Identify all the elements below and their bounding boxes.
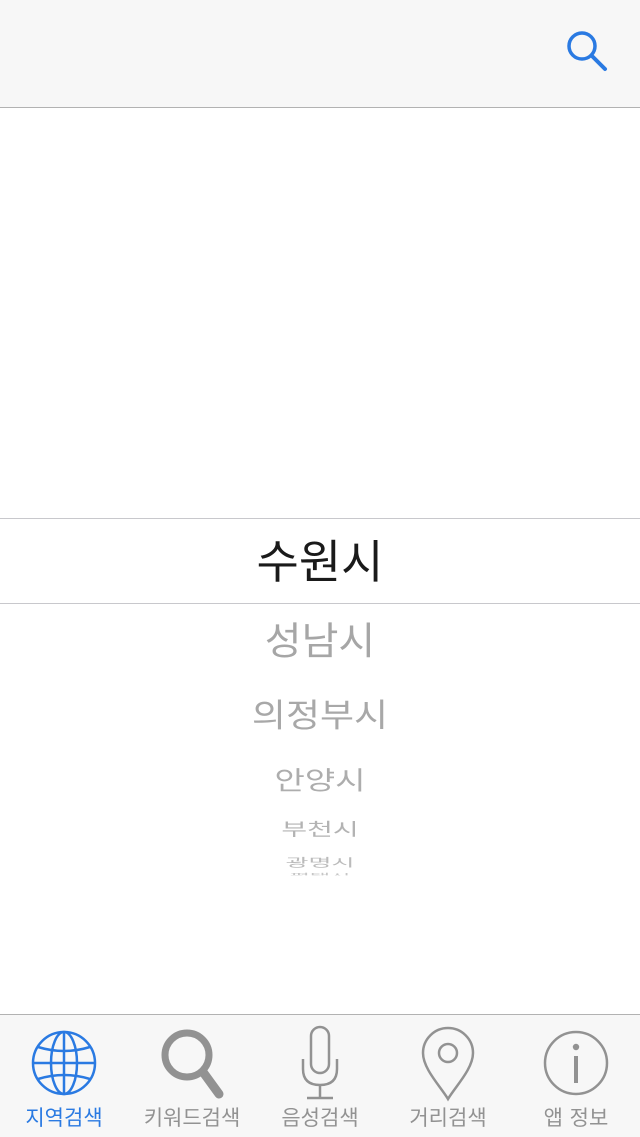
picker-selection-top-line [0,518,640,519]
tab-region-search[interactable]: 지역검색 [0,1015,128,1137]
picker-item[interactable]: 안양시 [0,765,640,796]
tab-label: 앱 정보 [543,1106,609,1130]
picker-item[interactable]: 광명시 [0,856,640,870]
picker-item[interactable]: 의정부시 [0,697,640,736]
picker-item[interactable]: 평택시 [0,873,640,876]
picker-item[interactable]: 성남시 [0,619,640,665]
picker-item[interactable]: 부천시 [0,819,640,840]
tab-voice-search[interactable]: 음성검색 [256,1015,384,1137]
search-button[interactable] [560,24,616,80]
picker-selected-item[interactable]: 수원시 [0,534,640,590]
globe-icon [29,1023,99,1103]
tab-label: 키워드검색 [143,1106,241,1130]
tab-label: 지역검색 [25,1106,103,1130]
tab-distance-search[interactable]: 거리검색 [384,1015,512,1137]
search-icon [567,31,607,71]
region-picker[interactable]: 수원시 성남시 의정부시 안양시 부천시 광명시 평택시 [0,430,640,890]
tab-label: 음성검색 [281,1106,359,1130]
picker-selection-bottom-line [0,603,640,604]
tab-app-info[interactable]: 앱 정보 [512,1015,640,1137]
tab-keyword-search[interactable]: 키워드검색 [128,1015,256,1137]
map-pin-icon [413,1023,483,1103]
navigation-bar [0,0,640,108]
tab-label: 거리검색 [409,1106,487,1130]
microphone-icon [285,1023,355,1103]
tab-bar: 지역검색 키워드검색 음성검색 거리검색 앱 정보 [0,1014,640,1137]
info-icon [541,1023,611,1103]
magnifier-icon [157,1023,227,1103]
